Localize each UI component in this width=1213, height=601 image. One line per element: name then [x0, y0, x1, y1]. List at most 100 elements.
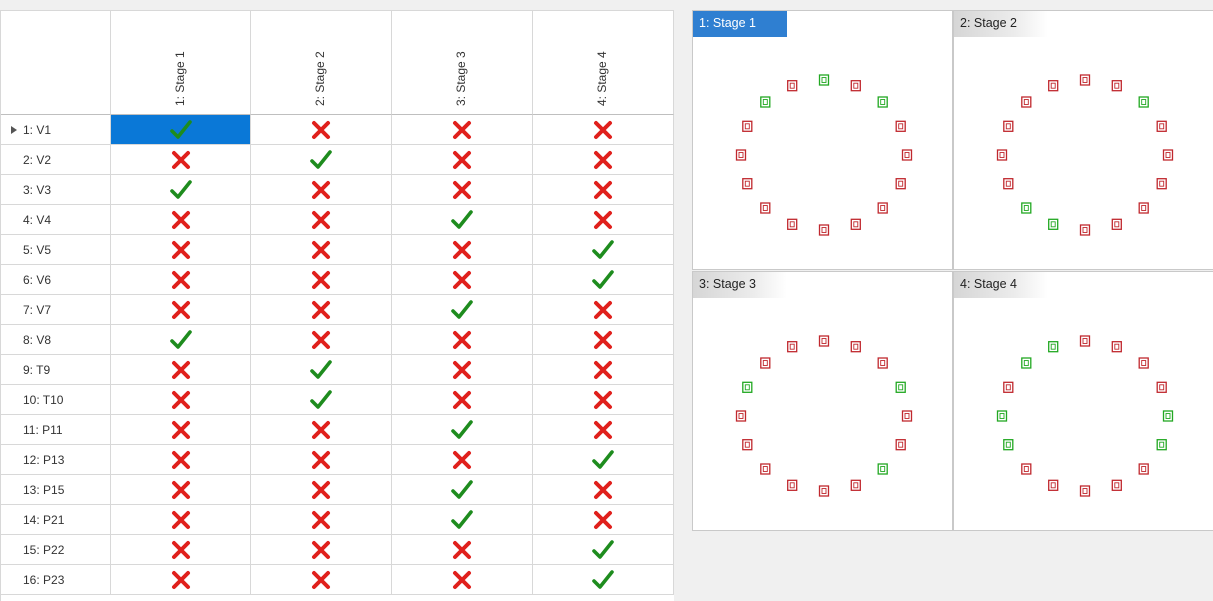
node-icon[interactable] [850, 218, 861, 230]
grid-cell[interactable] [533, 565, 674, 595]
row-header[interactable]: 7: V7 [1, 295, 111, 325]
node-icon[interactable] [1079, 74, 1091, 86]
stage-view-1[interactable]: 1: Stage 1 [692, 10, 953, 270]
node-icon[interactable] [877, 463, 888, 475]
grid-cell[interactable] [392, 505, 533, 535]
node-icon[interactable] [1079, 224, 1091, 236]
stage-view-3[interactable]: 3: Stage 3 [692, 271, 953, 531]
grid-cell[interactable] [392, 265, 533, 295]
grid-cell[interactable] [111, 445, 251, 475]
node-icon[interactable] [1156, 439, 1167, 451]
node-icon[interactable] [1003, 120, 1014, 132]
node-icon[interactable] [850, 479, 861, 491]
table-row[interactable]: 6: V6 [1, 265, 674, 295]
grid-cell[interactable] [533, 205, 674, 235]
grid-cell[interactable] [251, 445, 392, 475]
grid-cell[interactable] [533, 505, 674, 535]
node-icon[interactable] [877, 357, 888, 369]
table-row[interactable]: 13: P15 [1, 475, 674, 505]
row-header[interactable]: 12: P13 [1, 445, 111, 475]
node-icon[interactable] [850, 341, 861, 353]
node-icon[interactable] [1156, 178, 1167, 190]
column-header-stage-3[interactable]: 3: Stage 3 [392, 11, 533, 115]
grid-cell[interactable] [251, 175, 392, 205]
node-icon[interactable] [787, 341, 798, 353]
table-row[interactable]: 7: V7 [1, 295, 674, 325]
node-icon[interactable] [760, 96, 771, 108]
node-icon[interactable] [1111, 218, 1122, 230]
grid-cell[interactable] [392, 115, 533, 145]
grid-cell[interactable] [533, 325, 674, 355]
node-icon[interactable] [1003, 178, 1014, 190]
table-row[interactable]: 14: P21 [1, 505, 674, 535]
node-icon[interactable] [895, 178, 906, 190]
grid-cell[interactable] [251, 355, 392, 385]
grid-cell[interactable] [392, 295, 533, 325]
node-icon[interactable] [1048, 341, 1059, 353]
grid-cell[interactable] [392, 205, 533, 235]
grid-cell[interactable] [533, 535, 674, 565]
node-icon[interactable] [735, 410, 747, 422]
node-icon[interactable] [1048, 479, 1059, 491]
table-row[interactable]: 5: V5 [1, 235, 674, 265]
column-header-stage-1[interactable]: 1: Stage 1 [111, 11, 251, 115]
grid-cell[interactable] [251, 535, 392, 565]
node-icon[interactable] [901, 410, 913, 422]
node-icon[interactable] [895, 381, 906, 393]
table-row[interactable]: 12: P13 [1, 445, 674, 475]
grid-cell[interactable] [392, 145, 533, 175]
grid-cell[interactable] [111, 415, 251, 445]
node-icon[interactable] [818, 224, 830, 236]
grid-cell[interactable] [251, 295, 392, 325]
row-header[interactable]: 9: T9 [1, 355, 111, 385]
node-icon[interactable] [1048, 218, 1059, 230]
grid-cell[interactable] [533, 385, 674, 415]
row-header[interactable]: 13: P15 [1, 475, 111, 505]
grid-cell[interactable] [251, 205, 392, 235]
table-row[interactable]: 3: V3 [1, 175, 674, 205]
node-icon[interactable] [735, 149, 747, 161]
grid-cell[interactable] [111, 175, 251, 205]
node-icon[interactable] [1138, 463, 1149, 475]
node-icon[interactable] [996, 410, 1008, 422]
grid-cell[interactable] [111, 235, 251, 265]
node-icon[interactable] [1003, 439, 1014, 451]
grid-cell[interactable] [111, 505, 251, 535]
grid-cell[interactable] [392, 355, 533, 385]
node-icon[interactable] [1021, 463, 1032, 475]
grid-cell[interactable] [111, 385, 251, 415]
grid-cell[interactable] [392, 535, 533, 565]
node-icon[interactable] [1162, 410, 1174, 422]
grid-cell[interactable] [533, 235, 674, 265]
stage-view-title[interactable]: 1: Stage 1 [693, 11, 787, 37]
grid-cell[interactable] [392, 175, 533, 205]
grid-cell[interactable] [251, 265, 392, 295]
grid-cell[interactable] [111, 355, 251, 385]
stage-view-4[interactable]: 4: Stage 4 [953, 271, 1213, 531]
grid-cell[interactable] [533, 445, 674, 475]
node-icon[interactable] [760, 463, 771, 475]
grid-cell[interactable] [251, 115, 392, 145]
row-header[interactable]: 2: V2 [1, 145, 111, 175]
stage-view-title[interactable]: 3: Stage 3 [693, 272, 787, 298]
stage-view-2[interactable]: 2: Stage 2 [953, 10, 1213, 270]
grid-cell[interactable] [111, 205, 251, 235]
grid-cell[interactable] [392, 325, 533, 355]
grid-cell[interactable] [392, 475, 533, 505]
grid-cell[interactable] [533, 295, 674, 325]
node-icon[interactable] [850, 80, 861, 92]
node-icon[interactable] [895, 439, 906, 451]
node-icon[interactable] [787, 80, 798, 92]
node-icon[interactable] [1111, 80, 1122, 92]
node-icon[interactable] [742, 381, 753, 393]
grid-cell[interactable] [392, 235, 533, 265]
grid-cell[interactable] [111, 475, 251, 505]
node-icon[interactable] [1003, 381, 1014, 393]
node-icon[interactable] [1021, 96, 1032, 108]
node-icon[interactable] [1162, 149, 1174, 161]
node-icon[interactable] [901, 149, 913, 161]
grid-cell[interactable] [111, 295, 251, 325]
stage-view-title[interactable]: 4: Stage 4 [954, 272, 1048, 298]
grid-cell[interactable] [392, 415, 533, 445]
table-row[interactable]: 15: P22 [1, 535, 674, 565]
